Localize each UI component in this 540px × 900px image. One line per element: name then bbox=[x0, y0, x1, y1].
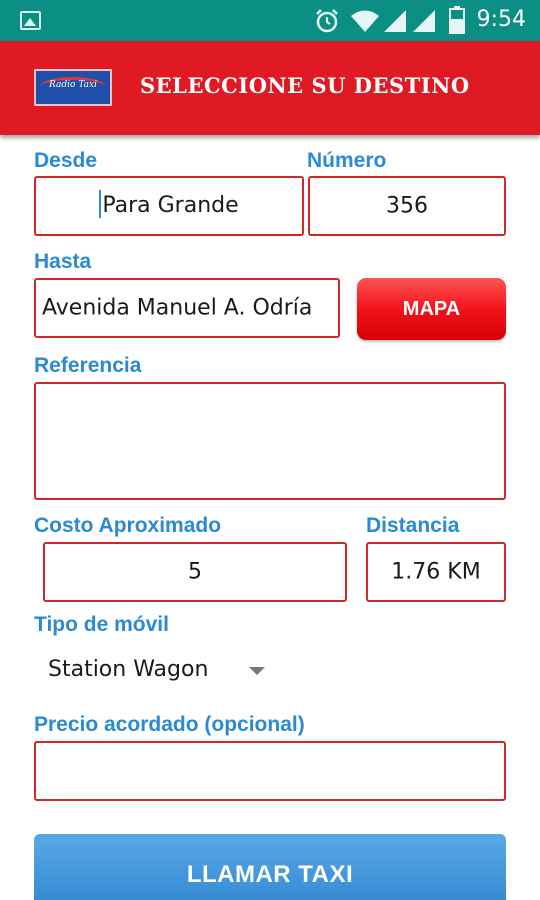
precio-label: Precio acordado (opcional) bbox=[34, 713, 305, 736]
llamar-taxi-button[interactable]: LLAMAR TAXI bbox=[34, 834, 506, 900]
page-title: SELECCIONE SU DESTINO bbox=[140, 73, 470, 98]
numero-value: 356 bbox=[386, 193, 428, 219]
battery-icon bbox=[449, 6, 465, 34]
hasta-input[interactable]: Avenida Manuel A. Odría bbox=[34, 278, 340, 338]
desde-value: Para Grande bbox=[102, 193, 239, 218]
distancia-input[interactable]: 1.76 KM bbox=[366, 542, 506, 602]
referencia-label: Referencia bbox=[34, 354, 142, 377]
dropdown-arrow-icon bbox=[249, 667, 265, 675]
tipo-movil-select[interactable]: Station Wagon bbox=[34, 645, 284, 697]
status-time: 9:54 bbox=[476, 7, 526, 32]
logo-text: Radio Taxi bbox=[49, 80, 97, 90]
precio-input[interactable] bbox=[34, 741, 506, 801]
app-header: Radio Taxi SELECCIONE SU DESTINO bbox=[0, 41, 540, 135]
mapa-button[interactable]: MAPA bbox=[357, 278, 506, 340]
referencia-input[interactable] bbox=[34, 382, 506, 500]
image-icon bbox=[20, 11, 41, 30]
alarm-icon bbox=[316, 9, 338, 33]
distancia-value: 1.76 KM bbox=[391, 559, 481, 585]
distancia-label: Distancia bbox=[366, 514, 460, 537]
costo-label: Costo Aproximado bbox=[34, 514, 222, 537]
numero-label: Número bbox=[307, 149, 387, 172]
desde-label: Desde bbox=[34, 149, 98, 172]
desde-input[interactable]: Para Grande bbox=[34, 176, 304, 236]
costo-input[interactable]: 5 bbox=[43, 542, 347, 602]
tipo-movil-value: Station Wagon bbox=[48, 657, 209, 682]
wifi-icon bbox=[351, 10, 379, 32]
costo-value: 5 bbox=[188, 559, 202, 585]
status-bar: 9:54 bbox=[0, 0, 540, 41]
signal-icon bbox=[384, 10, 406, 32]
text-cursor bbox=[99, 190, 102, 218]
hasta-label: Hasta bbox=[34, 250, 92, 273]
signal-icon bbox=[413, 10, 435, 32]
tipo-movil-label: Tipo de móvil bbox=[34, 613, 169, 636]
numero-input[interactable]: 356 bbox=[308, 176, 506, 236]
hasta-value: Avenida Manuel A. Odría bbox=[42, 295, 313, 321]
app-logo: Radio Taxi bbox=[34, 69, 112, 106]
